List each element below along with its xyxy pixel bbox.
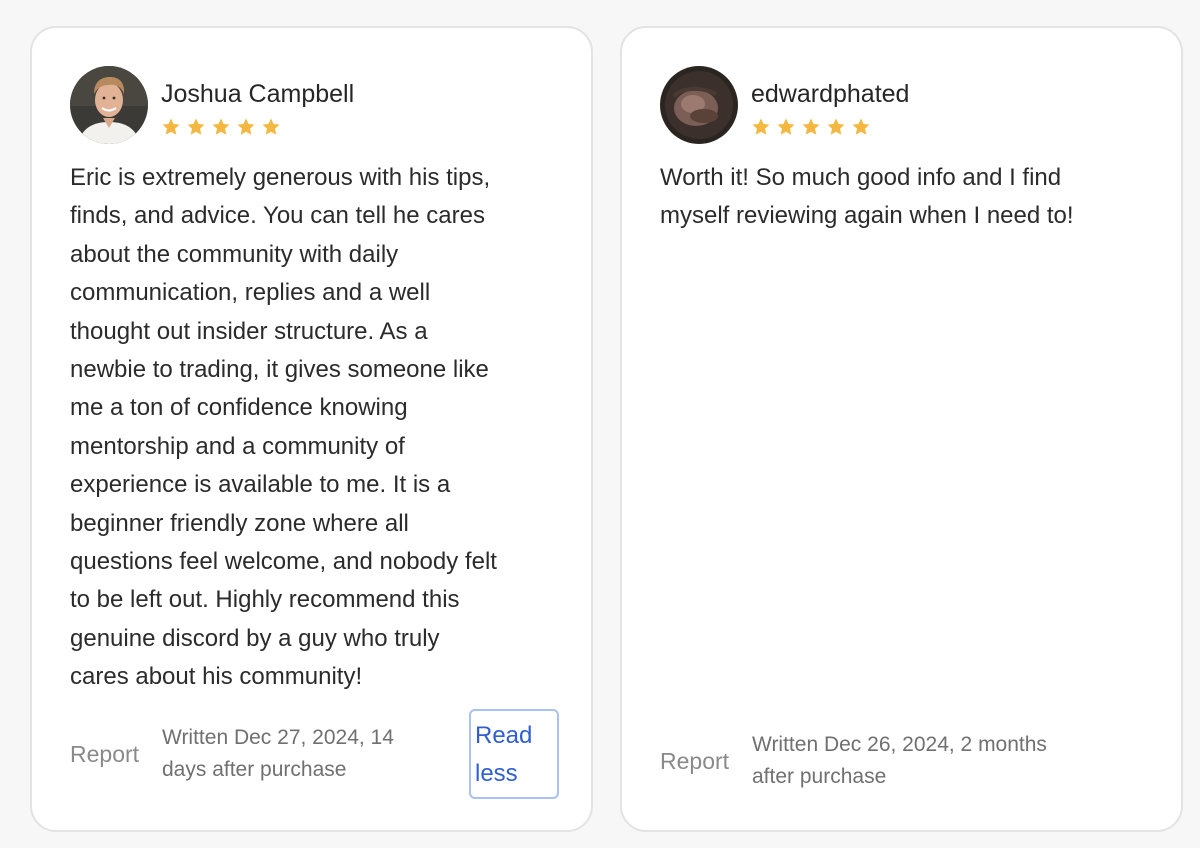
star-rating — [161, 117, 281, 137]
star-icon — [827, 118, 845, 135]
written-date: Written Dec 27, 2024, 14 days after purc… — [162, 726, 394, 781]
star-icon — [752, 118, 770, 135]
user-photo-avatar-icon — [660, 66, 738, 144]
review-card: edwardphated Worth it! So much good info… — [620, 26, 1183, 832]
star-icon — [212, 118, 230, 135]
reviewer-name: edwardphated — [751, 80, 910, 108]
review-text: Worth it! So much good info and I find m… — [660, 164, 1074, 230]
star-icon — [262, 118, 280, 135]
user-photo-avatar-icon — [70, 66, 148, 144]
star-icon — [237, 118, 255, 135]
star-icon — [162, 118, 180, 135]
written-date: Written Dec 26, 2024, 2 months after pur… — [752, 733, 1047, 788]
star-icon — [852, 118, 870, 135]
report-link[interactable]: Report — [660, 746, 729, 776]
star-icon — [802, 118, 820, 135]
star-icon — [777, 118, 795, 135]
star-icon — [187, 118, 205, 135]
star-rating — [751, 117, 871, 137]
reviewer-name: Joshua Campbell — [161, 80, 355, 108]
report-link[interactable]: Report — [70, 739, 139, 769]
read-less-button[interactable]: Read less — [469, 709, 559, 799]
review-card: Joshua Campbell Eric is extremely genero… — [30, 26, 593, 832]
reviews-page: Joshua Campbell Eric is extremely genero… — [0, 0, 1200, 848]
review-text: Eric is extremely generous with his tips… — [70, 164, 497, 691]
